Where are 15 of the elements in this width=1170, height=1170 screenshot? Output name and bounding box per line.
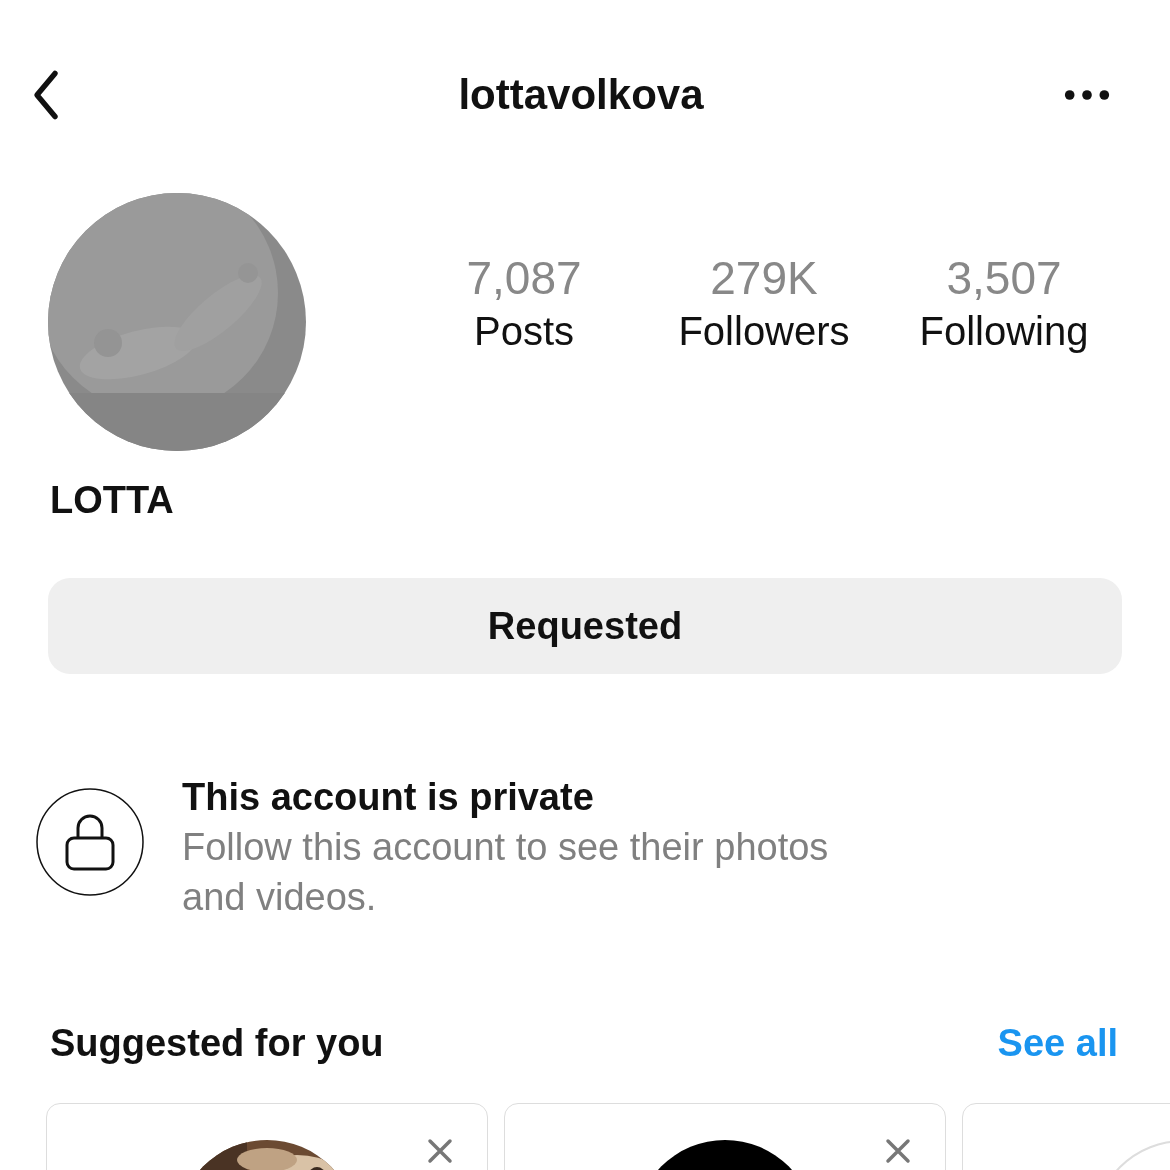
close-icon[interactable] xyxy=(427,1138,453,1164)
lock-icon xyxy=(36,788,144,896)
display-name: LOTTA xyxy=(50,479,175,522)
stat-label: Posts xyxy=(473,308,574,355)
close-icon[interactable] xyxy=(885,1138,911,1164)
stat-label: Followers xyxy=(678,308,850,355)
stat-count: 279K xyxy=(710,251,818,306)
stat-count: 7,087 xyxy=(466,251,582,306)
private-description: Follow this account to see their photos and videos. xyxy=(182,825,830,920)
stat-count: 3,507 xyxy=(946,251,1062,306)
stat-label: Following xyxy=(919,308,1089,355)
private-title: This account is private xyxy=(182,775,595,820)
section-title: Suggested for you xyxy=(50,1022,384,1065)
requested-button[interactable]: Requested xyxy=(48,578,1122,674)
profile-username: lottavolkova xyxy=(458,71,704,119)
